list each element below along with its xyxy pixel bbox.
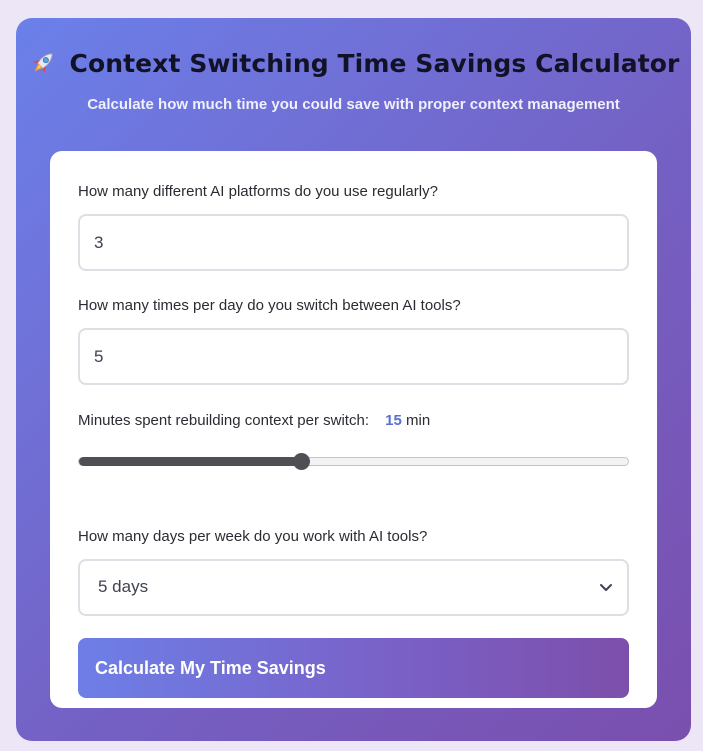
rebuild-slider-fill: [79, 457, 302, 466]
chevron-down-icon: [600, 584, 612, 591]
switches-input[interactable]: [78, 328, 629, 385]
header: Context Switching Time Savings Calculato…: [16, 48, 691, 78]
switches-label: How many times per day do you switch bet…: [78, 297, 461, 314]
rocket-icon: [32, 53, 53, 73]
days-select[interactable]: 5 days: [78, 559, 629, 616]
page-subtitle: Calculate how much time you could save w…: [87, 96, 620, 113]
calculate-button[interactable]: Calculate My Time Savings: [78, 638, 629, 698]
rebuild-slider-thumb[interactable]: [292, 453, 310, 470]
rebuild-label-text: Minutes spent rebuilding context per swi…: [78, 412, 369, 429]
platforms-label: How many different AI platforms do you u…: [78, 183, 438, 200]
days-label: How many days per week do you work with …: [78, 528, 428, 545]
form-panel: How many different AI platforms do you u…: [50, 151, 657, 708]
rebuild-slider[interactable]: [78, 457, 629, 466]
platforms-input[interactable]: [78, 214, 629, 271]
days-select-value: 5 days: [98, 577, 149, 596]
page-title: Context Switching Time Savings Calculato…: [69, 48, 680, 78]
rebuild-label: Minutes spent rebuilding context per swi…: [78, 412, 430, 429]
rebuild-unit: min: [406, 412, 431, 429]
rebuild-value: 15: [385, 412, 402, 429]
calculator-card: Context Switching Time Savings Calculato…: [16, 18, 691, 741]
